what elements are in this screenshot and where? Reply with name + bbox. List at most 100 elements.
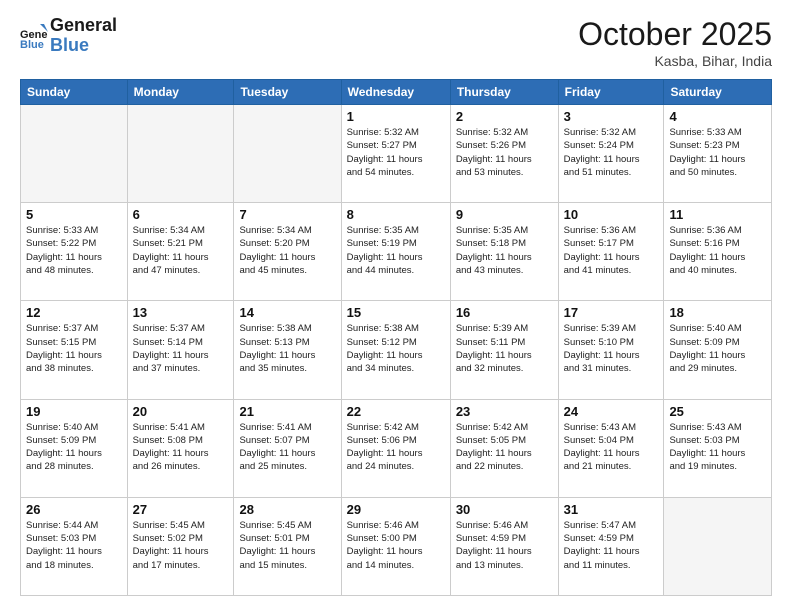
day-info: Sunrise: 5:41 AMSunset: 5:07 PMDaylight:… (239, 421, 335, 474)
day-number: 27 (133, 502, 229, 517)
day-number: 17 (564, 305, 659, 320)
day-cell: 13 Sunrise: 5:37 AMSunset: 5:14 PMDayligh… (127, 301, 234, 399)
day-number: 14 (239, 305, 335, 320)
day-cell: 14Sunrise: 5:38 AMSunset: 5:13 PMDayligh… (234, 301, 341, 399)
week-row-1: 5 Sunrise: 5:33 AMSunset: 5:22 PMDaylight… (21, 203, 772, 301)
day-info: Sunrise: 5:41 AMSunset: 5:08 PMDaylight:… (133, 421, 229, 474)
header-thursday: Thursday (450, 80, 558, 105)
day-number: 16 (456, 305, 553, 320)
day-cell (127, 105, 234, 203)
day-cell: 27 Sunrise: 5:45 AMSunset: 5:02 PMDayligh… (127, 497, 234, 595)
day-info: Sunrise: 5:33 AMSunset: 5:22 PMDaylight:… (26, 224, 122, 277)
day-cell: 10 Sunrise: 5:36 AMSunset: 5:17 PMDayligh… (558, 203, 664, 301)
week-row-2: 12 Sunrise: 5:37 AMSunset: 5:15 PMDayligh… (21, 301, 772, 399)
day-cell: 29Sunrise: 5:46 AMSunset: 5:00 PMDayligh… (341, 497, 450, 595)
day-number: 19 (26, 404, 122, 419)
day-cell (21, 105, 128, 203)
day-number: 12 (26, 305, 122, 320)
calendar: Sunday Monday Tuesday Wednesday Thursday… (20, 79, 772, 596)
day-info: Sunrise: 5:38 AMSunset: 5:12 PMDaylight:… (347, 322, 445, 375)
day-number: 28 (239, 502, 335, 517)
day-cell: 21 Sunrise: 5:41 AMSunset: 5:07 PMDayligh… (234, 399, 341, 497)
day-cell: 18 Sunrise: 5:40 AMSunset: 5:09 PMDayligh… (664, 301, 772, 399)
day-info: Sunrise: 5:32 AMSunset: 5:27 PMDaylight:… (347, 126, 445, 179)
day-cell: 17Sunrise: 5:39 AMSunset: 5:10 PMDayligh… (558, 301, 664, 399)
logo-icon: General Blue (20, 22, 48, 50)
day-cell: 16 Sunrise: 5:39 AMSunset: 5:11 PMDayligh… (450, 301, 558, 399)
day-cell: 5 Sunrise: 5:33 AMSunset: 5:22 PMDaylight… (21, 203, 128, 301)
day-info: Sunrise: 5:36 AMSunset: 5:17 PMDaylight:… (564, 224, 659, 277)
day-number: 11 (669, 207, 766, 222)
day-info: Sunrise: 5:46 AMSunset: 4:59 PMDaylight:… (456, 519, 553, 572)
day-number: 7 (239, 207, 335, 222)
day-number: 9 (456, 207, 553, 222)
day-number: 8 (347, 207, 445, 222)
day-info: Sunrise: 5:42 AMSunset: 5:06 PMDaylight:… (347, 421, 445, 474)
day-number: 2 (456, 109, 553, 124)
day-number: 21 (239, 404, 335, 419)
day-number: 15 (347, 305, 445, 320)
day-number: 6 (133, 207, 229, 222)
header-wednesday: Wednesday (341, 80, 450, 105)
day-cell: 6 Sunrise: 5:34 AMSunset: 5:21 PMDaylight… (127, 203, 234, 301)
day-info: Sunrise: 5:37 AMSunset: 5:14 PMDaylight:… (133, 322, 229, 375)
day-cell: 11 Sunrise: 5:36 AMSunset: 5:16 PMDayligh… (664, 203, 772, 301)
week-row-3: 19 Sunrise: 5:40 AMSunset: 5:09 PMDayligh… (21, 399, 772, 497)
day-number: 25 (669, 404, 766, 419)
day-info: Sunrise: 5:47 AMSunset: 4:59 PMDaylight:… (564, 519, 659, 572)
day-info: Sunrise: 5:37 AMSunset: 5:15 PMDaylight:… (26, 322, 122, 375)
day-cell: 3Sunrise: 5:32 AMSunset: 5:24 PMDaylight… (558, 105, 664, 203)
page: General Blue General Blue October 2025 K… (0, 0, 792, 612)
day-cell: 31Sunrise: 5:47 AMSunset: 4:59 PMDayligh… (558, 497, 664, 595)
day-number: 3 (564, 109, 659, 124)
day-info: Sunrise: 5:32 AMSunset: 5:26 PMDaylight:… (456, 126, 553, 179)
day-cell: 15 Sunrise: 5:38 AMSunset: 5:12 PMDayligh… (341, 301, 450, 399)
day-cell: 2 Sunrise: 5:32 AMSunset: 5:26 PMDaylight… (450, 105, 558, 203)
day-cell: 25 Sunrise: 5:43 AMSunset: 5:03 PMDayligh… (664, 399, 772, 497)
logo-text: General Blue (50, 16, 117, 56)
day-info: Sunrise: 5:40 AMSunset: 5:09 PMDaylight:… (669, 322, 766, 375)
day-info: Sunrise: 5:40 AMSunset: 5:09 PMDaylight:… (26, 421, 122, 474)
day-number: 24 (564, 404, 659, 419)
day-info: Sunrise: 5:35 AMSunset: 5:19 PMDaylight:… (347, 224, 445, 277)
day-number: 30 (456, 502, 553, 517)
day-number: 13 (133, 305, 229, 320)
day-info: Sunrise: 5:36 AMSunset: 5:16 PMDaylight:… (669, 224, 766, 277)
week-row-4: 26Sunrise: 5:44 AMSunset: 5:03 PMDayligh… (21, 497, 772, 595)
day-header-row: Sunday Monday Tuesday Wednesday Thursday… (21, 80, 772, 105)
day-info: Sunrise: 5:46 AMSunset: 5:00 PMDaylight:… (347, 519, 445, 572)
header-saturday: Saturday (664, 80, 772, 105)
day-cell: 4Sunrise: 5:33 AMSunset: 5:23 PMDaylight… (664, 105, 772, 203)
location: Kasba, Bihar, India (578, 53, 772, 69)
day-number: 5 (26, 207, 122, 222)
day-cell: 22 Sunrise: 5:42 AMSunset: 5:06 PMDayligh… (341, 399, 450, 497)
logo: General Blue General Blue (20, 16, 117, 56)
day-info: Sunrise: 5:45 AMSunset: 5:02 PMDaylight:… (133, 519, 229, 572)
header-friday: Friday (558, 80, 664, 105)
day-cell: 8 Sunrise: 5:35 AMSunset: 5:19 PMDaylight… (341, 203, 450, 301)
day-info: Sunrise: 5:43 AMSunset: 5:03 PMDaylight:… (669, 421, 766, 474)
day-info: Sunrise: 5:42 AMSunset: 5:05 PMDaylight:… (456, 421, 553, 474)
day-cell: 24Sunrise: 5:43 AMSunset: 5:04 PMDayligh… (558, 399, 664, 497)
day-info: Sunrise: 5:34 AMSunset: 5:21 PMDaylight:… (133, 224, 229, 277)
header-monday: Monday (127, 80, 234, 105)
day-cell: 7 Sunrise: 5:34 AMSunset: 5:20 PMDaylight… (234, 203, 341, 301)
day-number: 23 (456, 404, 553, 419)
day-cell: 30 Sunrise: 5:46 AMSunset: 4:59 PMDayligh… (450, 497, 558, 595)
week-row-0: 1 Sunrise: 5:32 AMSunset: 5:27 PMDaylight… (21, 105, 772, 203)
day-number: 1 (347, 109, 445, 124)
day-cell: 12 Sunrise: 5:37 AMSunset: 5:15 PMDayligh… (21, 301, 128, 399)
day-info: Sunrise: 5:45 AMSunset: 5:01 PMDaylight:… (239, 519, 335, 572)
day-cell: 19 Sunrise: 5:40 AMSunset: 5:09 PMDayligh… (21, 399, 128, 497)
day-cell: 1 Sunrise: 5:32 AMSunset: 5:27 PMDaylight… (341, 105, 450, 203)
day-cell (234, 105, 341, 203)
day-cell: 26Sunrise: 5:44 AMSunset: 5:03 PMDayligh… (21, 497, 128, 595)
day-number: 22 (347, 404, 445, 419)
day-info: Sunrise: 5:34 AMSunset: 5:20 PMDaylight:… (239, 224, 335, 277)
svg-text:Blue: Blue (20, 39, 44, 50)
day-info: Sunrise: 5:39 AMSunset: 5:11 PMDaylight:… (456, 322, 553, 375)
day-number: 18 (669, 305, 766, 320)
day-number: 10 (564, 207, 659, 222)
month-title: October 2025 (578, 16, 772, 53)
title-block: October 2025 Kasba, Bihar, India (578, 16, 772, 69)
